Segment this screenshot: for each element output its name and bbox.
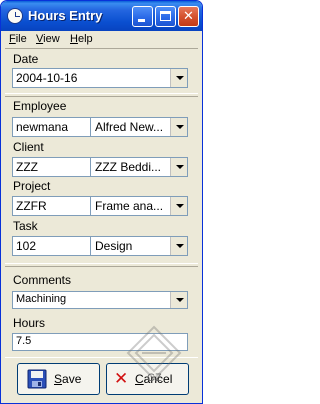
close-button[interactable]: ✕ bbox=[178, 6, 199, 27]
close-icon: ✕ bbox=[183, 9, 194, 24]
chevron-down-icon bbox=[176, 204, 184, 208]
hours-value: 7.5 bbox=[16, 335, 32, 347]
task-name: Design bbox=[95, 239, 133, 253]
save-button[interactable]: Save bbox=[17, 363, 100, 395]
maximize-icon bbox=[160, 11, 171, 21]
client-name: ZZZ Beddi... bbox=[95, 160, 162, 174]
title-bar[interactable]: Hours Entry ✕ bbox=[1, 1, 202, 31]
minimize-icon bbox=[138, 19, 145, 22]
date-select[interactable]: 2004-10-16 bbox=[12, 68, 188, 88]
chevron-down-icon bbox=[176, 165, 184, 169]
chevron-down-icon bbox=[176, 125, 184, 129]
comments-combo[interactable]: Machining bbox=[12, 291, 188, 309]
client-code: ZZZ bbox=[16, 160, 38, 174]
comments-value: Machining bbox=[16, 293, 67, 305]
project-dropdown-button[interactable] bbox=[170, 197, 187, 215]
employee-label: Employee bbox=[13, 99, 67, 113]
employee-name: Alfred New... bbox=[95, 120, 164, 134]
task-label: Task bbox=[13, 219, 38, 233]
client-label: Client bbox=[13, 140, 44, 154]
project-combo[interactable]: ZZFR Frame ana... bbox=[12, 196, 188, 216]
floppy-disk-icon bbox=[27, 369, 47, 389]
menu-view[interactable]: View bbox=[36, 33, 60, 45]
date-dropdown-button[interactable] bbox=[170, 69, 187, 87]
hours-label: Hours bbox=[13, 316, 46, 330]
task-combo[interactable]: 102 Design bbox=[12, 236, 188, 256]
minimize-button[interactable] bbox=[132, 6, 153, 27]
client-combo[interactable]: ZZZ ZZZ Beddi... bbox=[12, 157, 188, 177]
menu-help[interactable]: Help bbox=[70, 33, 93, 45]
chevron-down-icon bbox=[176, 244, 184, 248]
employee-dropdown-button[interactable] bbox=[170, 118, 187, 136]
employee-code: newmana bbox=[16, 120, 69, 134]
employee-combo[interactable]: newmana Alfred New... bbox=[12, 117, 188, 137]
maximize-button[interactable] bbox=[155, 6, 176, 27]
project-label: Project bbox=[13, 179, 51, 193]
clock-icon bbox=[7, 8, 23, 24]
chevron-down-icon bbox=[176, 298, 184, 302]
save-label: Save bbox=[54, 372, 82, 386]
comments-dropdown-button[interactable] bbox=[170, 292, 187, 308]
task-dropdown-button[interactable] bbox=[170, 237, 187, 255]
project-name: Frame ana... bbox=[95, 199, 164, 213]
watermark-text: .CZ bbox=[144, 372, 162, 384]
window-title: Hours Entry bbox=[28, 8, 103, 23]
project-code: ZZFR bbox=[16, 199, 47, 213]
client-dropdown-button[interactable] bbox=[170, 158, 187, 176]
menu-file[interactable]: File bbox=[9, 33, 27, 45]
hours-entry-window: Hours Entry ✕ File View Help Date 2004-1… bbox=[0, 0, 203, 404]
date-label: Date bbox=[13, 52, 39, 66]
menu-bar: File View Help bbox=[1, 31, 202, 48]
task-code: 102 bbox=[16, 239, 37, 253]
chevron-down-icon bbox=[176, 76, 184, 80]
date-value: 2004-10-16 bbox=[16, 71, 78, 85]
comments-label: Comments bbox=[13, 273, 72, 287]
